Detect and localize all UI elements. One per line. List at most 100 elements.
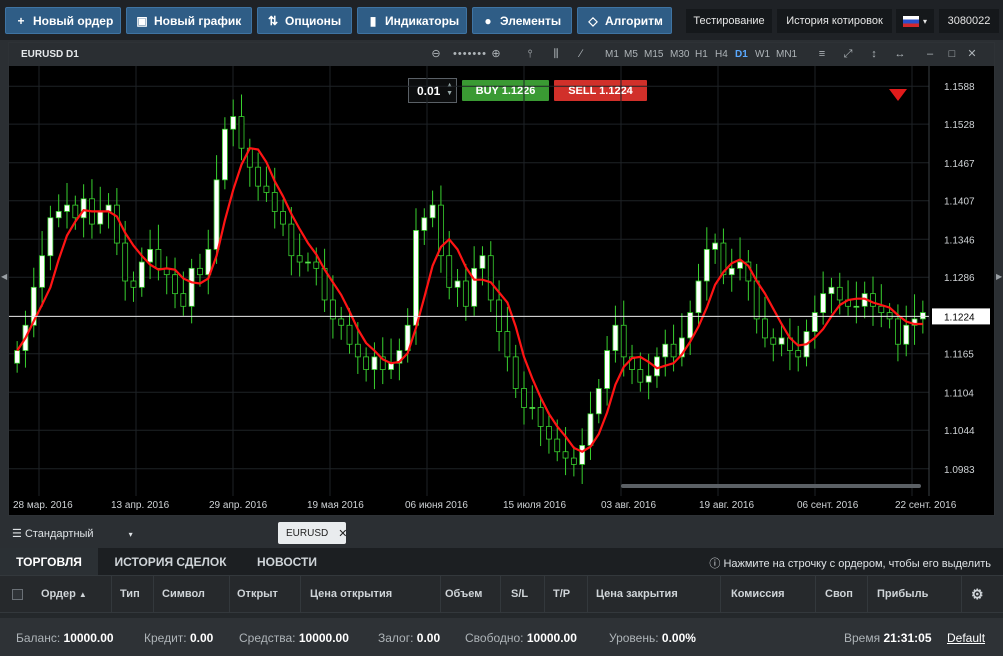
candle-body	[512, 356, 519, 389]
candle-body	[280, 211, 286, 225]
col-symbol[interactable]: Символ	[162, 588, 205, 600]
timeframe-d1[interactable]: D1	[735, 49, 748, 60]
x-tick-label: 06 сент. 2016	[797, 500, 859, 511]
col-volume[interactable]: Объем	[445, 588, 482, 600]
candle-body	[712, 242, 719, 250]
candle-body	[47, 217, 54, 257]
arrows-updown-icon: ⇅	[267, 13, 279, 28]
select-all-checkbox[interactable]	[12, 589, 23, 600]
terminal-panel: ТОРГОВЛЯ ИСТОРИЯ СДЕЛОК НОВОСТИ ⓘ Нажмит…	[0, 548, 1003, 656]
y-tick-label: 1.1286	[944, 273, 975, 284]
indicators-button[interactable]: ▮ Индикаторы	[357, 7, 467, 34]
candle-body	[147, 248, 154, 263]
new-order-button[interactable]: + Новый ордер	[5, 7, 121, 34]
tab-deal-history[interactable]: ИСТОРИЯ СДЕЛОК	[98, 548, 243, 575]
col-commission[interactable]: Комиссия	[731, 588, 785, 600]
elements-button[interactable]: ● Элементы	[472, 7, 572, 34]
col-close-price[interactable]: Цена закрытия	[596, 588, 678, 600]
candle-body	[429, 204, 436, 219]
candle-body	[778, 337, 785, 345]
timeframe-w1[interactable]: W1	[755, 49, 770, 60]
horizontal-scale-icon[interactable]: ↔	[893, 47, 907, 61]
candle-body	[130, 280, 137, 288]
profile-link[interactable]: Default	[947, 631, 985, 645]
candle-body	[172, 274, 178, 295]
candle-body	[288, 223, 295, 257]
candle-body	[546, 426, 552, 440]
candle-body	[230, 116, 237, 130]
diamond-icon: ◇	[588, 13, 598, 28]
tab-news[interactable]: НОВОСТИ	[243, 548, 331, 575]
timeframe-m15[interactable]: M15	[644, 49, 663, 60]
timeframe-m1[interactable]: M1	[605, 49, 619, 60]
maximize-icon[interactable]: □	[945, 47, 959, 61]
testing-button[interactable]: Тестирование	[686, 9, 772, 33]
minimize-icon[interactable]: –	[923, 47, 937, 61]
col-open-time[interactable]: Открыт	[237, 588, 278, 600]
candle-body	[795, 350, 802, 358]
candle-type-icon[interactable]: ⫼	[549, 47, 563, 61]
col-profit[interactable]: Прибыль	[877, 588, 928, 600]
col-swap[interactable]: Своп	[825, 588, 853, 600]
col-open-price[interactable]: Цена открытия	[310, 588, 392, 600]
new-chart-button[interactable]: ▣ Новый график	[126, 7, 252, 34]
timeframe-h1[interactable]: H1	[695, 49, 708, 60]
scroll-left-icon[interactable]: ◀	[1, 272, 7, 281]
algorithm-button[interactable]: ◇ Алгоритм	[577, 7, 672, 34]
language-select[interactable]: ▾	[896, 9, 934, 33]
zoom-slider[interactable]: •••••••	[449, 47, 491, 61]
chart-window: EURUSD D1 ⊖ ••••••• ⊕ ⫯ ⫼ ∕ M1 M5 M15 M3…	[8, 42, 995, 516]
candle-body	[363, 356, 370, 370]
candle-body	[346, 324, 353, 345]
y-tick-label: 1.0983	[944, 465, 975, 476]
timeframe-m5[interactable]: M5	[624, 49, 638, 60]
close-tab-icon[interactable]: ✕	[338, 527, 347, 540]
candle-body	[471, 267, 478, 307]
tab-trading[interactable]: ТОРГОВЛЯ	[0, 548, 98, 575]
candle-body	[454, 280, 461, 288]
candle-body	[703, 248, 710, 282]
chart-title: EURUSD D1	[21, 49, 79, 60]
timeframe-m30[interactable]: M30	[670, 49, 689, 60]
options-button[interactable]: ⇅ Опционы	[257, 7, 352, 34]
candle-body	[197, 267, 203, 276]
line-type-icon[interactable]: ∕	[574, 47, 588, 61]
timeframe-mn1[interactable]: MN1	[776, 49, 797, 60]
candle-body	[762, 318, 768, 339]
quote-history-button[interactable]: История котировок	[777, 9, 892, 33]
x-tick-label: 29 апр. 2016	[209, 500, 268, 511]
bar-type-icon[interactable]: ⫯	[523, 47, 537, 61]
col-sl[interactable]: S/L	[511, 588, 528, 600]
candle-body	[612, 324, 619, 351]
close-icon[interactable]: ✕	[965, 47, 979, 61]
indicators-list-icon[interactable]: ≡	[815, 47, 829, 61]
balance: Баланс: 10000.00	[16, 631, 114, 645]
account-number[interactable]: 3080022	[939, 9, 999, 33]
y-tick-label: 1.1346	[944, 235, 975, 246]
vertical-scale-icon[interactable]: ↕	[867, 47, 881, 61]
y-tick-label: 1.1224	[944, 312, 975, 323]
horizontal-scrollbar	[621, 484, 921, 488]
col-order[interactable]: Ордер ▲	[41, 588, 87, 600]
candle-body	[662, 343, 669, 358]
symbol-tab[interactable]: EURUSD ✕	[278, 522, 347, 544]
candle-body	[537, 407, 544, 427]
col-tp[interactable]: T/P	[553, 588, 570, 600]
settings-gear-icon[interactable]: ⚙	[971, 586, 984, 603]
zoom-out-icon[interactable]: ⊖	[429, 47, 443, 61]
template-select[interactable]: ☰ Стандартный ▾	[12, 527, 133, 540]
pen-icon: ●	[484, 13, 492, 28]
price-chart[interactable]: 1.1588 1.1528 1.1467 1.1407 1.1346 1.1286 1.12…	[9, 66, 994, 515]
col-type[interactable]: Тип	[120, 588, 140, 600]
y-tick-label: 1.1104	[944, 388, 974, 399]
chart-icon: ▣	[136, 13, 148, 28]
candle-body	[313, 261, 320, 269]
candle-body	[255, 166, 262, 187]
candle-body	[853, 305, 860, 308]
y-tick-label: 1.1044	[944, 426, 975, 437]
timeframe-h4[interactable]: H4	[715, 49, 728, 60]
y-tick-label: 1.1528	[944, 120, 975, 131]
expand-icon[interactable]: ⤢	[841, 47, 855, 61]
zoom-in-icon[interactable]: ⊕	[489, 47, 503, 61]
scroll-right-icon[interactable]: ▶	[996, 272, 1002, 281]
